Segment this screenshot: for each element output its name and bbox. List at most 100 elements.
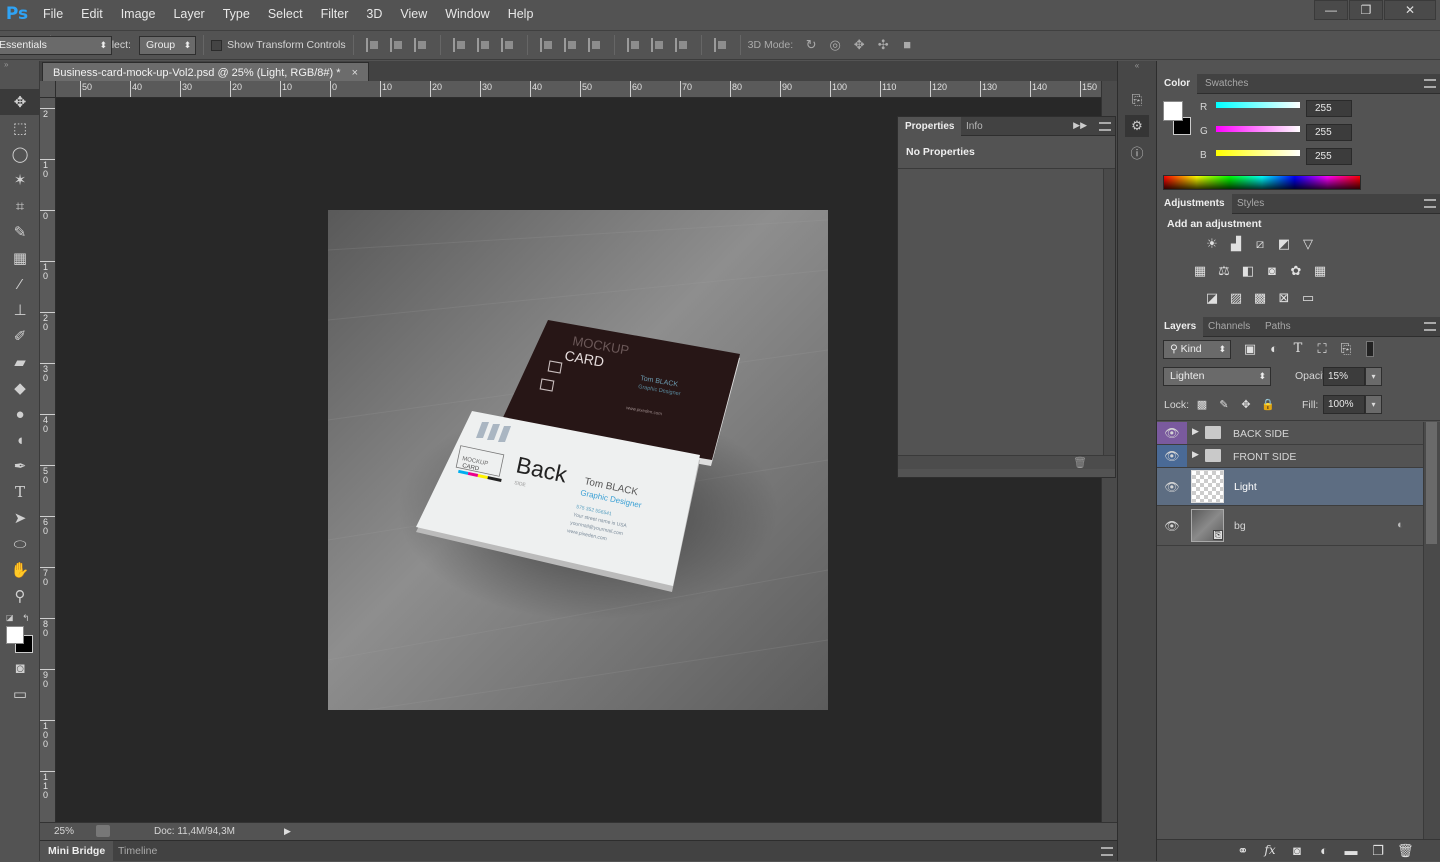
history-brush-tool-icon[interactable]: ✐ [0, 323, 40, 349]
3d-slide-icon[interactable]: ✣ [875, 38, 891, 52]
channel-b-value[interactable]: 255 [1306, 148, 1352, 165]
blur-tool-icon[interactable]: ● [0, 401, 40, 427]
close-tab-icon[interactable]: × [352, 67, 358, 79]
hue-saturation-icon[interactable]: ▦ [1192, 264, 1208, 278]
properties-scrollbar[interactable] [1103, 169, 1115, 455]
align-bottom-icon[interactable] [413, 38, 428, 52]
horizontal-ruler[interactable]: 50 40 30 20 10 0 10 20 30 40 50 60 70 80 90 100 110 120 13… [56, 81, 1101, 98]
tab-channels[interactable]: Channels [1201, 317, 1257, 337]
auto-select-dropdown[interactable]: Group [138, 35, 197, 55]
type-tool-icon[interactable]: T [0, 479, 40, 505]
tab-color[interactable]: Color [1157, 74, 1198, 94]
panel-menu-icon[interactable] [1424, 322, 1436, 331]
menu-help[interactable]: Help [499, 0, 543, 28]
delete-layer-icon[interactable]: 🗑 [1397, 844, 1414, 858]
vertical-ruler[interactable]: 21001020304050607080901001101 [40, 98, 56, 823]
channel-g-slider[interactable] [1216, 126, 1300, 132]
info-panel-icon[interactable]: ⓘ [1125, 141, 1149, 163]
properties-panel-icon[interactable]: ⚙ [1125, 115, 1149, 137]
vibrance-icon[interactable]: ▽ [1300, 237, 1316, 251]
menu-3d[interactable]: 3D [357, 0, 391, 28]
distribute-right-icon[interactable] [674, 38, 689, 52]
add-mask-icon[interactable]: ◙ [1289, 844, 1305, 858]
expand-arrow-icon[interactable]: ▶ [1192, 449, 1199, 460]
lock-all-icon[interactable]: 🔒 [1260, 398, 1276, 412]
link-layers-icon[interactable]: ⚭ [1235, 844, 1251, 858]
layers-scrollbar[interactable] [1423, 422, 1440, 842]
path-selection-tool-icon[interactable]: ➤ [0, 505, 40, 531]
scroll-thumb[interactable] [1426, 422, 1437, 544]
menu-type[interactable]: Type [214, 0, 259, 28]
channel-g-value[interactable]: 255 [1306, 124, 1352, 141]
visibility-eye-icon[interactable]: 👁 [1157, 445, 1187, 467]
restore-button[interactable]: ❐ [1349, 0, 1383, 20]
tab-properties[interactable]: Properties [898, 117, 962, 136]
fill-dropdown-icon[interactable]: ▾ [1365, 395, 1382, 414]
tab-adjustments[interactable]: Adjustments [1157, 194, 1232, 214]
screen-mode-icon[interactable]: ▭ [0, 681, 40, 707]
lock-position-icon[interactable]: ✥ [1238, 398, 1254, 412]
marquee-tool-icon[interactable]: ⬚ [0, 115, 40, 141]
swap-colors-icon[interactable]: ↰ [22, 613, 30, 624]
3d-rotate-icon[interactable]: ↻ [803, 38, 819, 52]
exposure-icon[interactable]: ◩ [1276, 237, 1292, 251]
menu-filter[interactable]: Filter [312, 0, 358, 28]
photo-filter-icon[interactable]: ◙ [1264, 264, 1280, 278]
color-balance-icon[interactable]: ⚖ [1216, 264, 1232, 278]
healing-brush-tool-icon[interactable]: ▦ [0, 245, 40, 271]
fx-icon[interactable]: fx [1262, 843, 1278, 857]
lock-transparent-icon[interactable]: ▩ [1194, 398, 1210, 412]
layer-row-light[interactable]: 👁 Light [1157, 468, 1423, 506]
brightness-contrast-icon[interactable]: ☀ [1204, 237, 1220, 251]
menu-image[interactable]: Image [112, 0, 165, 28]
crop-tool-icon[interactable]: ⌗ [0, 193, 40, 219]
filter-type-icon[interactable]: T [1290, 342, 1306, 356]
levels-icon[interactable]: ▟ [1228, 237, 1244, 251]
distribute-hcenter-icon[interactable] [650, 38, 665, 52]
ellipse-tool-icon[interactable]: ⬭ [0, 531, 40, 557]
clone-stamp-tool-icon[interactable]: ⊥ [0, 297, 40, 323]
tab-mini-bridge[interactable]: Mini Bridge [40, 841, 114, 862]
channel-mixer-icon[interactable]: ✿ [1288, 264, 1304, 278]
menu-select[interactable]: Select [259, 0, 312, 28]
smart-filter-icon[interactable]: ◐ [1397, 519, 1404, 531]
document-tab[interactable]: Business-card-mock-up-Vol2.psd @ 25% (Li… [42, 62, 370, 82]
opacity-dropdown-icon[interactable]: ▾ [1365, 367, 1382, 386]
expand-arrow-icon[interactable]: ▶ [1192, 426, 1199, 437]
3d-scale-icon[interactable]: ■ [899, 38, 915, 52]
panel-menu-icon[interactable] [1099, 122, 1111, 131]
layer-filter-dropdown[interactable]: ⚲ Kind ⬍ [1163, 340, 1231, 359]
history-panel-icon[interactable]: ⎘ [1125, 89, 1149, 111]
workspace-dropdown[interactable]: Essentials [0, 36, 112, 55]
menu-file[interactable]: File [34, 0, 72, 28]
new-layer-icon[interactable]: ❐ [1370, 844, 1386, 858]
threshold-icon[interactable]: ▩ [1252, 291, 1268, 305]
dodge-tool-icon[interactable]: ◖ [0, 427, 40, 453]
default-colors-icon[interactable]: ◪ [6, 613, 14, 622]
filter-pixel-icon[interactable]: ▣ [1242, 342, 1258, 356]
layer-row-bg[interactable]: 👁 ⎘ bg ◐ [1157, 506, 1423, 546]
new-group-icon[interactable]: ▬ [1343, 844, 1359, 858]
channel-r-value[interactable]: 255 [1306, 100, 1352, 117]
fill-value[interactable]: 100% [1323, 395, 1365, 414]
layer-row-front-side[interactable]: 👁 ▶ FRONT SIDE [1157, 445, 1423, 468]
align-top-icon[interactable] [365, 38, 380, 52]
align-left-icon[interactable] [452, 38, 467, 52]
lock-image-icon[interactable]: ✎ [1216, 398, 1232, 412]
panel-menu-icon[interactable] [1101, 847, 1113, 856]
close-button[interactable]: ✕ [1384, 0, 1436, 20]
paint-bucket-tool-icon[interactable]: ◆ [0, 375, 40, 401]
magic-wand-tool-icon[interactable]: ✶ [0, 167, 40, 193]
move-tool-icon[interactable]: ✥ [0, 89, 40, 115]
brush-tool-icon[interactable]: ⁄ [0, 271, 40, 297]
visibility-eye-icon[interactable]: 👁 [1157, 422, 1187, 444]
selective-color-icon[interactable]: ⊠ [1276, 291, 1292, 305]
eyedropper-tool-icon[interactable]: ✎ [0, 219, 40, 245]
filter-shape-icon[interactable]: ⛶ [1314, 342, 1330, 356]
color-foreground-swatch[interactable] [1163, 101, 1183, 121]
zoom-tool-icon[interactable]: ⚲ [0, 583, 40, 609]
color-lookup-icon[interactable]: ▦ [1312, 264, 1328, 278]
status-info-icon[interactable] [96, 825, 110, 837]
black-white-icon[interactable]: ◧ [1240, 264, 1256, 278]
posterize-icon[interactable]: ▨ [1228, 291, 1244, 305]
